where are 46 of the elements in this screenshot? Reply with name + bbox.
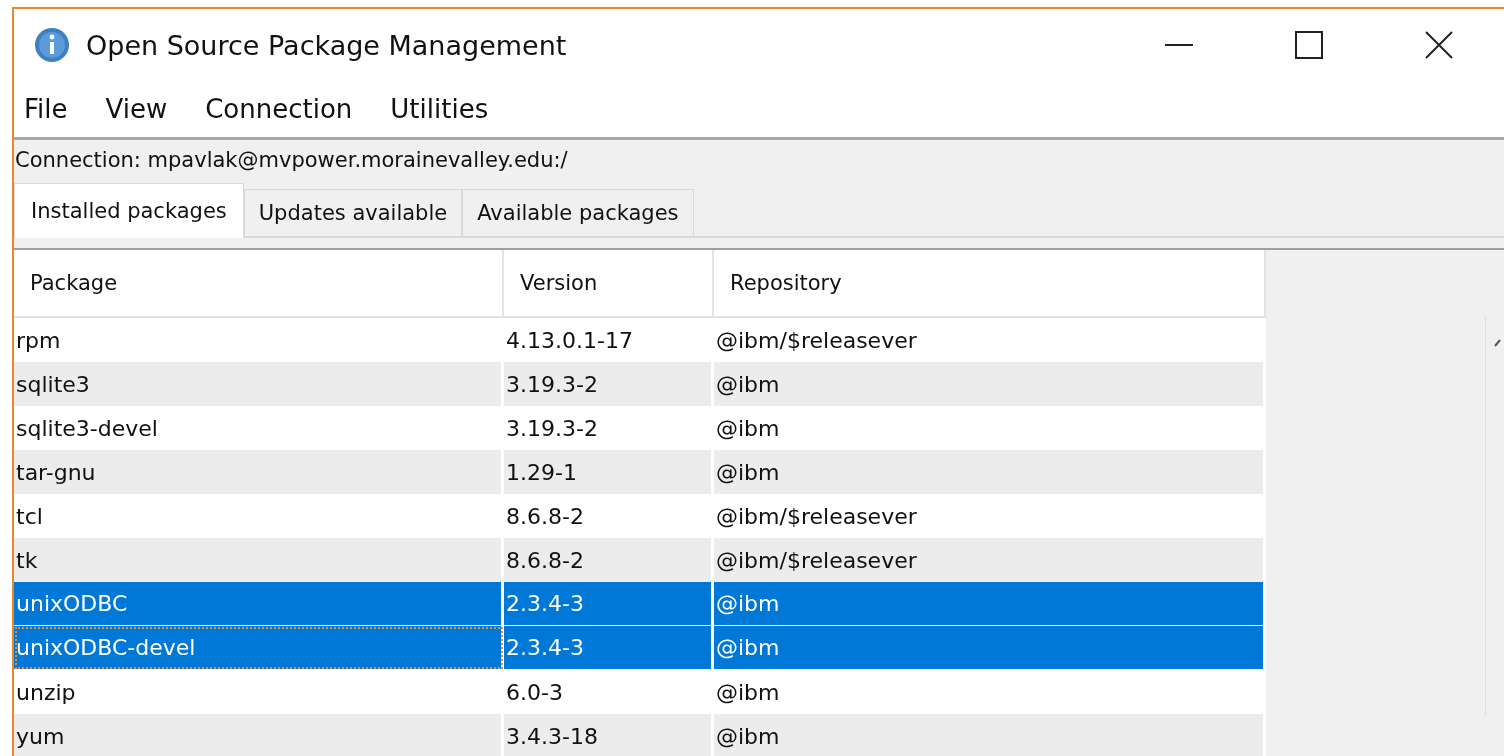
table-cell[interactable]: 3.19.3-2 xyxy=(504,362,714,406)
table-cell[interactable]: @ibm xyxy=(714,406,1266,450)
table-cell[interactable]: 3.19.3-2 xyxy=(504,406,714,450)
table-cell[interactable]: 4.13.0.1-17 xyxy=(504,318,714,362)
table-cell[interactable]: 8.6.8-2 xyxy=(504,538,714,582)
tab[interactable]: Available packages xyxy=(462,189,694,236)
table-cell[interactable]: unixODBC xyxy=(14,582,504,626)
table-cell[interactable]: 2.3.4-3 xyxy=(504,626,714,670)
table-cell[interactable]: 2.3.4-3 xyxy=(504,582,714,626)
table-cell[interactable]: 6.0-3 xyxy=(504,670,714,714)
table-cell[interactable]: yum xyxy=(14,714,504,756)
table-cell[interactable]: @ibm xyxy=(714,626,1266,670)
tab[interactable]: Installed packages xyxy=(14,183,244,238)
table-cell[interactable]: tar-gnu xyxy=(14,450,504,494)
menu-item[interactable]: View xyxy=(95,94,186,124)
column-header[interactable]: Version xyxy=(504,250,714,318)
menu-item[interactable]: Utilities xyxy=(380,94,507,124)
table-cell[interactable]: @ibm/$releasever xyxy=(714,494,1266,538)
minimize-icon[interactable] xyxy=(1165,43,1193,47)
column-header[interactable]: Repository xyxy=(714,250,1266,318)
info-icon xyxy=(34,27,70,63)
table-cell[interactable]: 3.4.3-18 xyxy=(504,714,714,756)
connection-label: Connection: mpavlak@mvpower.morainevalley.edu:/ xyxy=(15,147,569,174)
table-cell[interactable]: 1.29-1 xyxy=(504,450,714,494)
table-cell[interactable]: @ibm xyxy=(714,450,1266,494)
column-header[interactable]: Package xyxy=(14,250,504,318)
maximize-icon[interactable] xyxy=(1295,31,1323,59)
menu-item[interactable]: File xyxy=(14,94,86,124)
table-cell[interactable]: @ibm xyxy=(714,582,1266,626)
table-cell[interactable]: @ibm/$releasever xyxy=(714,538,1266,582)
table-cell[interactable]: unixODBC-devel xyxy=(14,626,504,670)
table-cell[interactable]: @ibm xyxy=(714,670,1266,714)
table-cell[interactable]: @ibm xyxy=(714,714,1266,756)
table-cell[interactable]: tcl xyxy=(14,494,504,538)
table-cell[interactable]: sqlite3-devel xyxy=(14,406,504,450)
table-cell[interactable]: sqlite3 xyxy=(14,362,504,406)
table-cell[interactable]: tk xyxy=(14,538,504,582)
close-icon[interactable] xyxy=(1425,31,1453,59)
window-title: Open Source Package Management xyxy=(86,29,568,61)
table-cell[interactable]: @ibm/$releasever xyxy=(714,318,1266,362)
table-cell[interactable]: @ibm xyxy=(714,362,1266,406)
table-cell[interactable]: 8.6.8-2 xyxy=(504,494,714,538)
table-cell[interactable]: rpm xyxy=(14,318,504,362)
menu-item[interactable]: Connection xyxy=(195,94,371,124)
tab[interactable]: Updates available xyxy=(243,189,463,236)
table-cell[interactable]: unzip xyxy=(14,670,504,714)
